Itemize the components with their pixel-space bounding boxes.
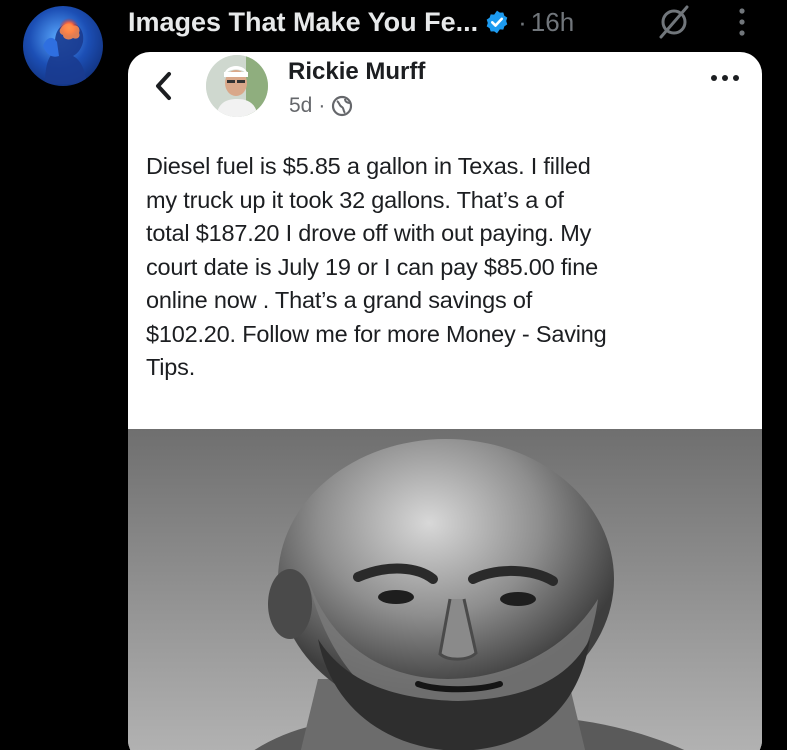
account-name[interactable]: Images That Make You Fe... — [128, 7, 478, 38]
post-photo — [128, 429, 762, 750]
more-horizontal-icon — [711, 75, 739, 81]
meta-separator: · — [318, 94, 326, 117]
back-chevron-icon — [156, 72, 171, 100]
author-photo-icon — [206, 55, 268, 117]
author-avatar — [206, 55, 268, 117]
post-header: Images That Make You Fe... · 16h — [128, 2, 574, 42]
post-text-line: Diesel fuel is $5.85 a gallon in Texas. … — [146, 153, 591, 179]
more-vertical-icon[interactable] — [735, 4, 749, 40]
verified-badge-icon — [486, 10, 508, 34]
globe-icon — [332, 95, 353, 117]
author-name: Rickie Murff — [288, 58, 426, 85]
account-avatar[interactable] — [23, 6, 103, 86]
post-meta: 5d · — [289, 94, 353, 118]
brain-headache-avatar-icon — [43, 18, 87, 84]
embedded-screenshot[interactable]: Rickie Murff 5d · Diesel fuel is $5.85 a… — [128, 52, 762, 750]
post-age: 5d — [289, 94, 313, 117]
post-timestamp[interactable]: 16h — [531, 7, 574, 38]
bald-bearded-man-photo-icon — [128, 429, 762, 750]
post-text-line: court date is July 19 or I can pay $85.0… — [146, 253, 598, 280]
post-text-line: total $187.20 I drove off with out payin… — [146, 220, 592, 246]
post-text-line: online now . That’s a grand savings of — [146, 287, 533, 313]
post-body-text: Diesel fuel is $5.85 a gallon in Texas. … — [146, 150, 752, 385]
header-separator: · — [518, 6, 527, 37]
post-text-line: Tips. — [146, 354, 196, 380]
grok-icon[interactable] — [656, 4, 692, 40]
post-text-line: $102.20. Follow me for more Money - Savi… — [146, 320, 607, 347]
post-view: Images That Make You Fe... · 16h Rickie … — [0, 0, 787, 750]
post-text-line: my truck up it took 32 gallons. That’s a… — [146, 186, 564, 213]
